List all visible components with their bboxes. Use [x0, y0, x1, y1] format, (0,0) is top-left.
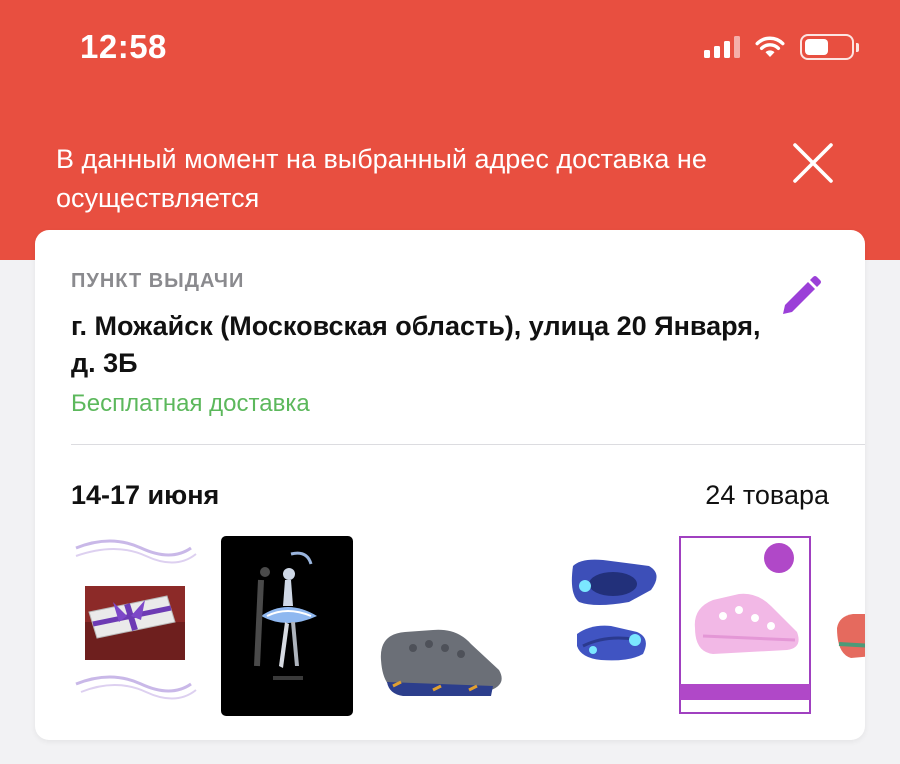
product-thumbnail-gift-box[interactable]: [71, 536, 201, 716]
pencil-icon[interactable]: [775, 272, 825, 322]
error-banner: 12:58 В данный момент на выбранный адрес…: [0, 0, 900, 260]
product-thumbnails[interactable]: [71, 536, 865, 716]
items-count: 24 товара: [705, 480, 829, 510]
free-delivery-note: Бесплатная доставка: [71, 390, 310, 417]
banner-message: В данный момент на выбранный адрес доста…: [56, 144, 707, 213]
wifi-icon: [755, 36, 785, 57]
product-thumbnail-blue-clogs[interactable]: [525, 536, 657, 716]
product-thumbnail-pink-clogs[interactable]: [679, 536, 811, 716]
product-thumbnail-grey-clogs[interactable]: [373, 536, 505, 716]
delivery-date: 14-17 июня: [71, 480, 220, 510]
pickup-point-label: ПУНКТ ВЫДАЧИ: [71, 270, 245, 292]
status-icons: [704, 34, 859, 60]
product-thumbnail-coral-clogs[interactable]: [833, 536, 865, 716]
status-bar: 12:58: [0, 0, 900, 100]
divider: [71, 444, 865, 445]
delivery-card: ПУНКТ ВЫДАЧИ г. Можайск (Московская обла…: [35, 230, 865, 740]
cellular-signal-icon: [704, 36, 740, 58]
status-time: 12:58: [80, 28, 167, 65]
product-thumbnail-ballerina[interactable]: [221, 536, 353, 716]
pickup-address: г. Можайск (Московская область), улица 2…: [71, 311, 761, 378]
close-icon[interactable]: [788, 138, 838, 188]
battery-icon: [800, 34, 859, 60]
